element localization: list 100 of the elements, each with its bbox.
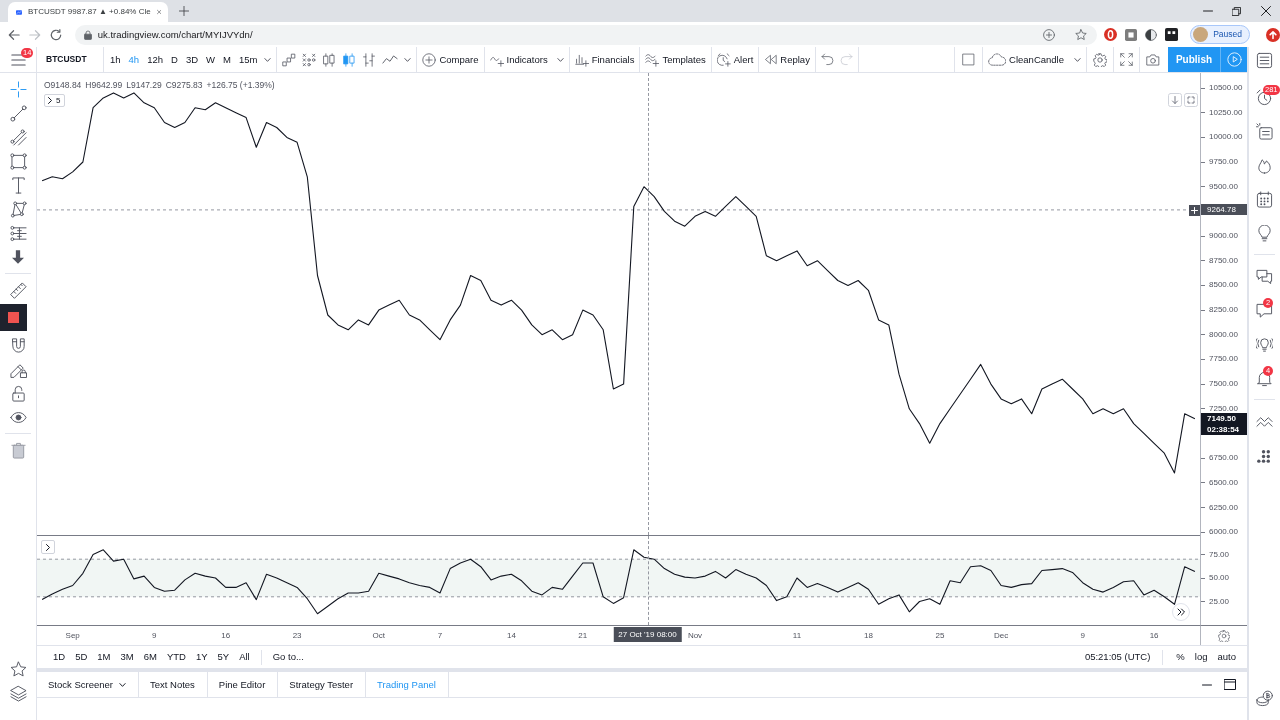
layout-button[interactable]: CleanCandle	[985, 47, 1084, 72]
broadcast-bulb-icon[interactable]	[1256, 335, 1273, 353]
plus-circle-icon	[422, 52, 437, 67]
document-sparkle-icon[interactable]	[1256, 122, 1273, 140]
x-o-grid-icon[interactable]	[302, 52, 317, 67]
range-button[interactable]: 5D	[70, 646, 93, 668]
parallel-lines-icon[interactable]	[9, 128, 27, 146]
address-bar[interactable]: uk.tradingview.com/chart/MYIJVYdn/	[74, 24, 1098, 45]
list-icon[interactable]	[1256, 51, 1273, 69]
text-icon[interactable]	[9, 176, 27, 194]
minimize-icon[interactable]	[1202, 683, 1212, 686]
interval-button[interactable]: 15m	[234, 47, 262, 72]
caret-icon	[1074, 57, 1081, 62]
node-pattern-icon[interactable]	[9, 200, 27, 218]
financials-button[interactable]: Financials	[571, 47, 638, 72]
scale-button[interactable]: %	[1171, 646, 1190, 668]
layers-icon[interactable]	[9, 684, 27, 702]
up-arrow-icon[interactable]	[1266, 27, 1280, 42]
caret-icon	[556, 57, 564, 62]
light-bulb-icon[interactable]	[1256, 224, 1273, 242]
templates-button[interactable]: Templates	[642, 47, 709, 72]
trash-icon[interactable]	[9, 441, 27, 459]
scale-button[interactable]: auto	[1212, 646, 1241, 668]
caret-icon[interactable]	[264, 57, 272, 62]
chat-bubbles-icon[interactable]	[1256, 267, 1273, 285]
magnet-icon[interactable]	[9, 336, 27, 354]
star-icon[interactable]	[1075, 28, 1088, 41]
range-button[interactable]: 1D	[48, 646, 71, 668]
undo-icon[interactable]	[820, 53, 834, 66]
ruler-icon[interactable]	[9, 281, 27, 299]
range-button[interactable]: 1Y	[190, 646, 213, 668]
scale-button[interactable]: log	[1189, 646, 1213, 668]
legend-value: +126.75 (+1.39%)	[206, 80, 275, 90]
caret-icon	[118, 682, 126, 687]
range-button[interactable]: 1M	[92, 646, 116, 668]
range-button[interactable]: YTD	[161, 646, 191, 668]
replay-button[interactable]: Replay	[761, 47, 813, 72]
stop-square-icon[interactable]	[0, 304, 27, 331]
indicators-button[interactable]: Indicators	[486, 47, 567, 72]
interval-button[interactable]: 3D	[181, 47, 203, 72]
plus-icon[interactable]	[179, 6, 189, 16]
rewind-icon	[764, 53, 778, 66]
maximize-icon[interactable]	[1224, 679, 1236, 690]
crosshair-icon[interactable]	[9, 80, 27, 98]
axis-label: 8750.00	[1201, 256, 1238, 265]
symbol-button[interactable]: BTCUSDT	[37, 47, 103, 72]
interval-button[interactable]: 12h	[143, 47, 167, 72]
range-button[interactable]: 3M	[115, 646, 139, 668]
settings-icon[interactable]	[1218, 629, 1230, 642]
profile-button[interactable]: Paused	[1190, 25, 1250, 44]
coins-icon[interactable]	[1256, 689, 1273, 707]
line-chart-icon[interactable]	[382, 55, 399, 64]
ohlc-bars-icon[interactable]	[362, 52, 377, 67]
last-price-label: 7149.50	[1201, 413, 1247, 425]
plus-icon[interactable]	[1189, 205, 1200, 217]
axis-label: 10000.00	[1201, 133, 1243, 142]
plus-circle-icon[interactable]	[1043, 28, 1056, 41]
axis-label: 25.00	[1201, 597, 1230, 606]
candlestick-icon[interactable]	[342, 52, 357, 67]
open-padlock-icon[interactable]	[9, 384, 27, 402]
interval-button[interactable]: M	[219, 47, 235, 72]
reload-icon[interactable]	[50, 28, 63, 41]
menu-icon[interactable]	[10, 53, 26, 66]
rectangle-icon[interactable]	[9, 152, 27, 170]
bell-icon[interactable]	[1256, 369, 1273, 387]
interval-button[interactable]: 1h	[106, 47, 125, 72]
square-icon[interactable]	[962, 53, 976, 66]
countdown-label: 02:38:54	[1201, 424, 1247, 436]
double-chevron-icon[interactable]	[1172, 603, 1190, 621]
browser-tab[interactable]: BTCUSDT 9987.87 ▲ +0.84% Cle	[8, 2, 168, 22]
extension-icon[interactable]	[1145, 28, 1158, 41]
axis-label: 75.00	[1201, 550, 1230, 559]
indicators-toggle-button[interactable]: 5	[44, 94, 66, 107]
minimize-icon[interactable]	[1202, 10, 1213, 12]
compare-button[interactable]: Compare	[419, 47, 482, 72]
settings-icon[interactable]	[1093, 52, 1107, 67]
alert-button[interactable]: Alert	[713, 47, 757, 72]
line-segment-icon[interactable]	[9, 104, 27, 122]
back-arrow-icon[interactable]	[8, 28, 21, 41]
range-button[interactable]: 6M	[138, 646, 162, 668]
axis-label: 6250.00	[1201, 503, 1238, 512]
calendar-icon[interactable]	[1256, 190, 1273, 208]
expand-button[interactable]	[41, 540, 55, 554]
restore-icon[interactable]	[1232, 6, 1241, 16]
hollow-candles-icon[interactable]	[322, 52, 337, 67]
range-button[interactable]: 5Y	[212, 646, 235, 668]
interval-button[interactable]: D	[167, 47, 182, 72]
close-icon[interactable]	[1260, 6, 1271, 16]
branching-lines-icon[interactable]	[9, 224, 27, 242]
star-icon[interactable]	[9, 660, 27, 678]
caret-icon[interactable]	[404, 57, 412, 62]
range-button[interactable]: All	[234, 646, 255, 668]
step-blocks-icon[interactable]	[282, 52, 297, 67]
arrow-down-icon[interactable]	[12, 250, 24, 264]
interval-button[interactable]: W	[202, 47, 219, 72]
fullscreen-icon[interactable]	[1120, 53, 1133, 66]
go-to-button[interactable]: Go to...	[267, 646, 309, 668]
flame-icon[interactable]	[1256, 156, 1273, 174]
camera-icon[interactable]	[1146, 52, 1160, 67]
extension-icon[interactable]	[1165, 28, 1179, 41]
